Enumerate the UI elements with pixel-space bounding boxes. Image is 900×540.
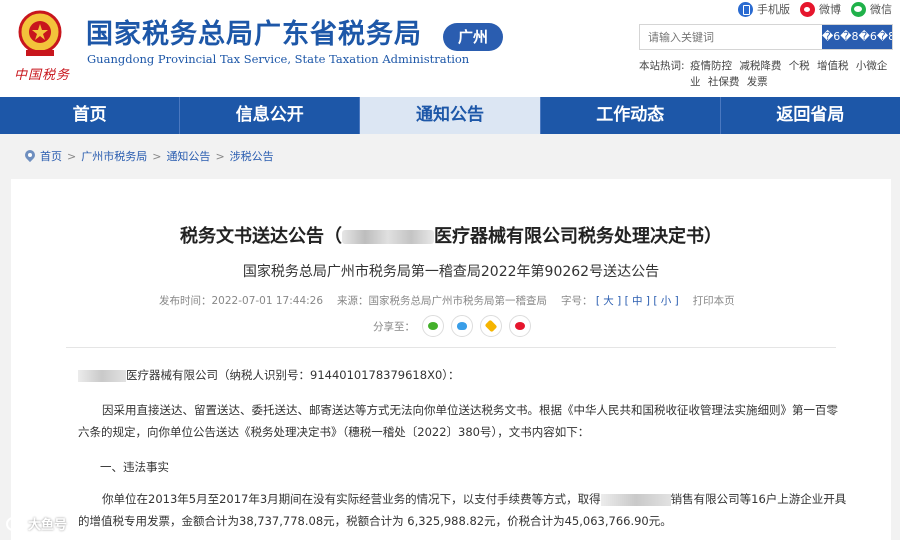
font-medium-button[interactable]: [ 中 ]	[625, 295, 650, 307]
wechat-link-label: 微信	[870, 3, 892, 16]
site-header: 中国税务 国家税务总局广东省税务局 Guangdong Provincial T…	[0, 0, 900, 97]
tax-emblem-icon	[18, 10, 62, 56]
publish-time-value: 2022-07-01 17:44:26	[211, 295, 324, 307]
watermark: 大鱼号	[6, 514, 67, 533]
nav-notices[interactable]: 通知公告	[360, 97, 541, 134]
nav-home[interactable]: 首页	[0, 97, 181, 134]
share-wechat-icon[interactable]	[422, 315, 444, 337]
region-badge[interactable]: 广州	[443, 23, 503, 51]
font-large-button[interactable]: [ 大 ]	[596, 295, 621, 307]
article-title-prefix: 税务文书送达公告（	[180, 226, 342, 247]
site-subtitle: Guangdong Provincial Tax Service, State …	[87, 52, 470, 66]
hot-words-label: 本站热词:	[639, 60, 685, 72]
redaction-blur	[78, 369, 126, 382]
publish-time: 发布时间：2022-07-01 17:44:26	[159, 293, 323, 308]
redaction-blur	[342, 230, 434, 244]
breadcrumb-guangzhou[interactable]: 广州市税务局	[81, 148, 147, 164]
hot-word[interactable]: 疫情防控	[690, 60, 732, 72]
article-card: 税务文书送达公告（ 医疗器械有限公司税务处理决定书） 国家税务总局广州市税务局第一…	[11, 179, 891, 540]
weibo-icon	[800, 1, 815, 17]
nav-info-disclosure[interactable]: 信息公开	[180, 97, 361, 134]
hot-word[interactable]: 减税降费	[739, 60, 781, 72]
site-title[interactable]: 国家税务总局广东省税务局	[86, 12, 422, 51]
section-heading-violation: 一、违法事实	[100, 460, 169, 474]
font-size-controls: 字号： [ 大 ] [ 中 ] [ 小 ]	[561, 293, 679, 308]
breadcrumb-separator: >	[67, 149, 77, 163]
search-button[interactable]: �6�8�6�8	[822, 25, 892, 49]
hot-word[interactable]: 社保费	[708, 76, 740, 88]
breadcrumb-tax-notices[interactable]: 涉税公告	[230, 148, 274, 164]
addressee-line: 医疗器械有限公司（纳税人识别号：9144010178379618X0）：	[78, 364, 460, 386]
search-box: �6�8�6�8	[639, 24, 893, 50]
source-label: 来源：	[337, 295, 369, 307]
paragraph-violation-facts: 你单位在2013年5月至2017年3月期间在没有实际经营业务的情况下，以支付手续…	[78, 488, 848, 532]
redaction-blur	[600, 493, 671, 506]
font-size-label: 字号：	[561, 295, 593, 307]
wechat-icon	[851, 1, 866, 17]
search-input[interactable]	[640, 25, 822, 49]
watermark-icon	[6, 516, 24, 531]
share-label: 分享至：	[373, 320, 415, 333]
share-weibo-icon[interactable]	[509, 315, 531, 337]
nav-work-news[interactable]: 工作动态	[541, 97, 721, 134]
addressee-text: 医疗器械有限公司（纳税人识别号：9144010178379618X0）：	[126, 368, 460, 382]
weibo-link[interactable]: 微博	[800, 1, 841, 17]
hot-word[interactable]: 个税	[789, 60, 810, 72]
mobile-link[interactable]: 手机版	[738, 1, 790, 17]
violation-text-a: 你单位在2013年5月至2017年3月期间在没有实际经营业务的情况下，以支付手续…	[102, 492, 601, 506]
share-qzone-icon[interactable]	[480, 315, 502, 337]
breadcrumb: 首页 > 广州市税务局 > 通知公告 > 涉税公告	[25, 148, 274, 164]
nav-back-province[interactable]: 返回省局	[721, 97, 900, 134]
top-links: 手机版 微博 微信	[738, 0, 892, 18]
hot-word[interactable]: 发票	[747, 76, 768, 88]
breadcrumb-separator: >	[152, 149, 162, 163]
violation-text-b: 销售有限公司等16户上游企业	[670, 492, 824, 506]
main-nav: 首页 信息公开 通知公告 工作动态 返回省局	[0, 97, 900, 134]
article-title-suffix: 医疗器械有限公司税务处理决定书）	[434, 226, 722, 247]
breadcrumb-notices[interactable]: 通知公告	[166, 148, 210, 164]
mobile-link-label: 手机版	[757, 3, 790, 16]
source-value: 国家税务总局广州市税务局第一稽查局	[368, 295, 548, 307]
article-title: 税务文书送达公告（ 医疗器械有限公司税务处理决定书）	[11, 222, 891, 248]
share-bar: 分享至：	[373, 315, 531, 337]
paragraph-service-notice: 因采用直接送达、留置送达、委托送达、邮寄送达等方式无法向你单位送达税务文书。根据…	[78, 403, 838, 439]
publish-time-label: 发布时间：	[159, 295, 212, 307]
print-button[interactable]: 打印本页	[693, 293, 735, 308]
hot-words-list: 疫情防控 减税降费 个税 增值税 小微企业 社保费 发票	[690, 58, 895, 90]
hot-word[interactable]: 增值税	[817, 60, 849, 72]
mobile-icon	[738, 1, 753, 17]
breadcrumb-separator: >	[215, 149, 225, 163]
wechat-link[interactable]: 微信	[851, 1, 892, 17]
location-pin-icon	[25, 150, 35, 162]
logo-script: 中国税务	[14, 68, 71, 83]
watermark-text: 大鱼号	[28, 518, 68, 533]
content-divider	[66, 347, 836, 348]
weibo-link-label: 微博	[819, 3, 841, 16]
font-small-button[interactable]: [ 小 ]	[653, 295, 678, 307]
article-meta: 发布时间：2022-07-01 17:44:26 来源：国家税务总局广州市税务局…	[159, 293, 735, 308]
article-subtitle: 国家税务总局广州市税务局第一稽查局2022年第90262号送达公告	[242, 264, 660, 280]
source: 来源：国家税务总局广州市税务局第一稽查局	[337, 293, 547, 308]
share-qq-icon[interactable]	[451, 315, 473, 337]
breadcrumb-home[interactable]: 首页	[40, 148, 62, 164]
